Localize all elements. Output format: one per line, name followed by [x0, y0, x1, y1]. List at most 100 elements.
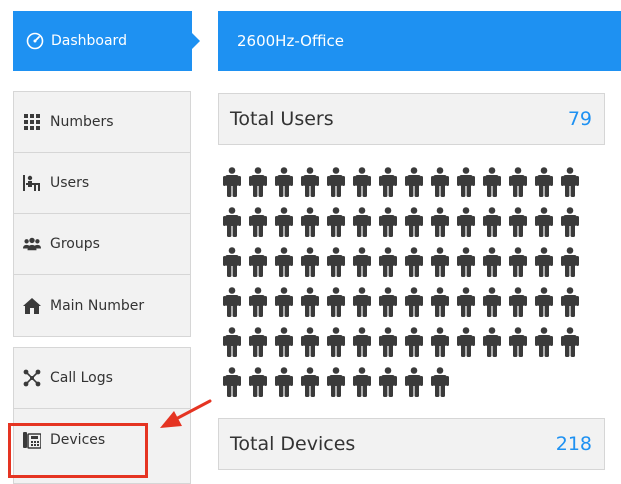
person-icon [351, 367, 373, 399]
person-icon [273, 207, 295, 239]
person-icon [247, 327, 269, 359]
person-icon [403, 207, 425, 239]
person-icon [325, 167, 347, 199]
account-title: 2600Hz-Office [237, 32, 344, 50]
person-icon [377, 327, 399, 359]
total-users-label: Total Users [230, 108, 334, 130]
person-icon [533, 207, 555, 239]
person-icon [403, 167, 425, 199]
person-icon [247, 247, 269, 279]
person-icon [247, 167, 269, 199]
sidebar-item-label: Main Number [50, 297, 145, 314]
person-icon [403, 327, 425, 359]
user-desk-icon [23, 174, 41, 192]
person-icon [455, 287, 477, 319]
person-icon [351, 327, 373, 359]
person-icon [533, 247, 555, 279]
person-icon [247, 367, 269, 399]
sidebar-item-main-number[interactable]: Main Number [14, 275, 190, 336]
person-icon [559, 167, 581, 199]
network-icon [23, 369, 41, 387]
total-users-value: 79 [567, 108, 592, 130]
sidebar-item-groups[interactable]: Groups [14, 214, 190, 275]
person-icon [377, 167, 399, 199]
person-icon [507, 167, 529, 199]
person-icon [455, 327, 477, 359]
person-icon [377, 207, 399, 239]
pointer-arrow-icon [160, 399, 212, 428]
total-users-card[interactable]: Total Users 79 [218, 93, 605, 145]
total-devices-label: Total Devices [230, 433, 356, 455]
person-icon [481, 167, 503, 199]
person-icon [325, 207, 347, 239]
dashboard-nav-button[interactable]: Dashboard [13, 11, 200, 71]
sidebar-item-label: Call Logs [50, 370, 113, 386]
person-icon [351, 287, 373, 319]
person-icon [325, 367, 347, 399]
person-icon [533, 167, 555, 199]
person-icon [429, 367, 451, 399]
person-icon [455, 207, 477, 239]
person-icon [221, 327, 243, 359]
person-icon [481, 327, 503, 359]
total-devices-value: 218 [555, 433, 592, 455]
person-icon [403, 367, 425, 399]
person-icon [299, 247, 321, 279]
active-caret [192, 33, 200, 49]
person-icon [299, 207, 321, 239]
account-header: 2600Hz-Office [218, 11, 621, 71]
person-icon [221, 287, 243, 319]
person-icon [559, 207, 581, 239]
person-icon [325, 247, 347, 279]
dashboard-gauge-icon [26, 32, 44, 50]
sidebar-item-numbers[interactable]: Numbers [14, 92, 190, 153]
person-icon [377, 367, 399, 399]
home-icon [23, 297, 41, 315]
person-icon [403, 247, 425, 279]
person-icon [533, 287, 555, 319]
person-icon [273, 367, 295, 399]
users-pictogram [221, 167, 591, 407]
person-icon [403, 287, 425, 319]
sidebar-item-label: Numbers [50, 114, 114, 130]
person-icon [273, 287, 295, 319]
group-users-icon [23, 235, 41, 253]
person-icon [221, 367, 243, 399]
person-icon [351, 207, 373, 239]
person-icon [221, 207, 243, 239]
person-icon [299, 287, 321, 319]
person-icon [325, 327, 347, 359]
devices-highlight-box [8, 423, 148, 478]
person-icon [559, 287, 581, 319]
dashboard-label: Dashboard [51, 33, 127, 49]
person-icon [299, 167, 321, 199]
total-devices-card[interactable]: Total Devices 218 [218, 418, 605, 470]
person-icon [507, 287, 529, 319]
person-icon [351, 247, 373, 279]
person-icon [377, 287, 399, 319]
person-icon [481, 207, 503, 239]
sidebar-item-label: Users [50, 175, 90, 191]
person-icon [221, 167, 243, 199]
person-icon [351, 167, 373, 199]
person-icon [299, 367, 321, 399]
person-icon [455, 247, 477, 279]
person-icon [533, 327, 555, 359]
person-icon [507, 207, 529, 239]
person-icon [507, 247, 529, 279]
person-icon [481, 287, 503, 319]
person-icon [299, 327, 321, 359]
person-icon [221, 247, 243, 279]
person-icon [455, 167, 477, 199]
person-icon [247, 207, 269, 239]
sidebar-item-label: Groups [50, 236, 100, 252]
person-icon [429, 287, 451, 319]
sidebar-group-main: Numbers Users Groups Main Number [13, 91, 191, 337]
person-icon [559, 247, 581, 279]
person-icon [481, 247, 503, 279]
person-icon [325, 287, 347, 319]
person-icon [273, 327, 295, 359]
person-icon [429, 167, 451, 199]
sidebar-item-users[interactable]: Users [14, 153, 190, 214]
grid-icon [23, 113, 41, 131]
